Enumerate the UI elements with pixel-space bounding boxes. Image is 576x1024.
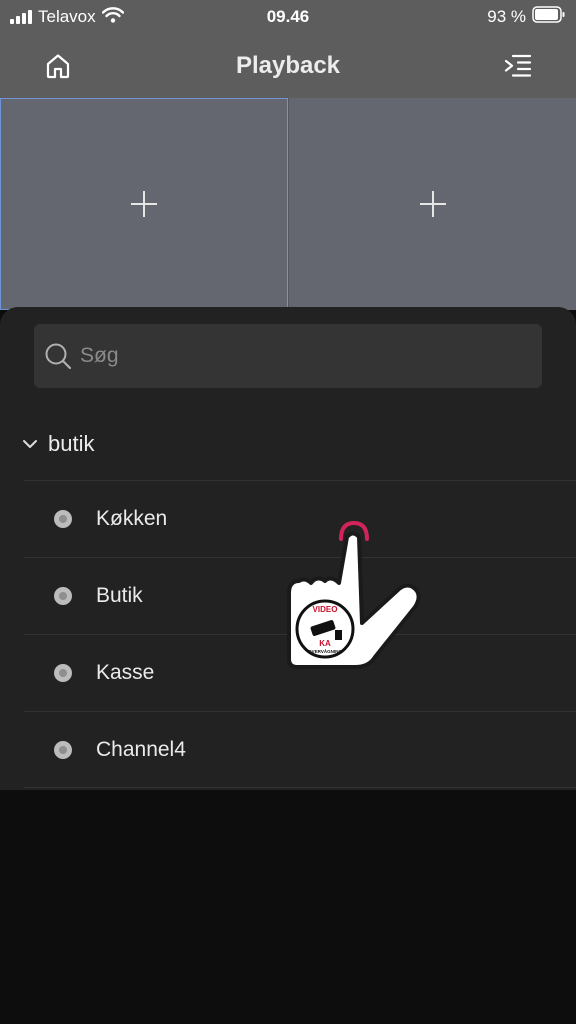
logo-text-ka: KA — [319, 639, 331, 648]
channel-list-toggle-button[interactable] — [500, 50, 536, 82]
channel-label: Køkken — [96, 507, 168, 530]
status-bar: Telavox 09.46 93 % — [0, 0, 576, 34]
playback-slot-1[interactable] — [0, 98, 288, 310]
device-group-header[interactable]: butik — [22, 414, 94, 474]
channel-status-icon — [54, 587, 72, 605]
channel-status-icon — [54, 740, 72, 759]
cellular-signal-icon — [10, 10, 32, 24]
tap-hint-hand-watermark: VIDEO KA OVERVÅGNING — [283, 515, 428, 675]
device-group-label: butik — [48, 431, 95, 456]
status-time: 09.46 — [266, 7, 310, 26]
battery-icon — [532, 6, 566, 28]
battery-percent: 93 % — [487, 7, 526, 26]
channel-label: Butik — [96, 584, 143, 607]
channel-label: Kasse — [96, 661, 155, 684]
nav-bar: Playback — [0, 34, 576, 98]
logo-text-overvaagning: OVERVÅGNING — [308, 648, 342, 654]
playback-grid — [0, 98, 576, 310]
search-input[interactable] — [80, 344, 520, 368]
channel-status-icon — [54, 664, 72, 682]
plus-icon — [419, 191, 446, 217]
logo-text-video: VIDEO — [313, 605, 338, 614]
plus-icon — [131, 191, 157, 217]
chevron-down-icon — [23, 440, 37, 448]
status-left: Telavox — [10, 0, 124, 34]
channel-status-icon — [54, 510, 72, 528]
search-icon — [44, 342, 72, 370]
search-bar — [34, 324, 542, 388]
wifi-icon — [101, 6, 124, 28]
carrier-name: Telavox — [38, 7, 96, 26]
status-right: 93 % — [487, 0, 566, 34]
page-title: Playback — [235, 52, 341, 79]
playback-slot-2[interactable] — [288, 98, 576, 310]
channel-label: Channel4 — [96, 737, 186, 761]
channel-row[interactable]: Channel4 — [24, 711, 576, 788]
list-collapse-icon — [504, 54, 532, 77]
